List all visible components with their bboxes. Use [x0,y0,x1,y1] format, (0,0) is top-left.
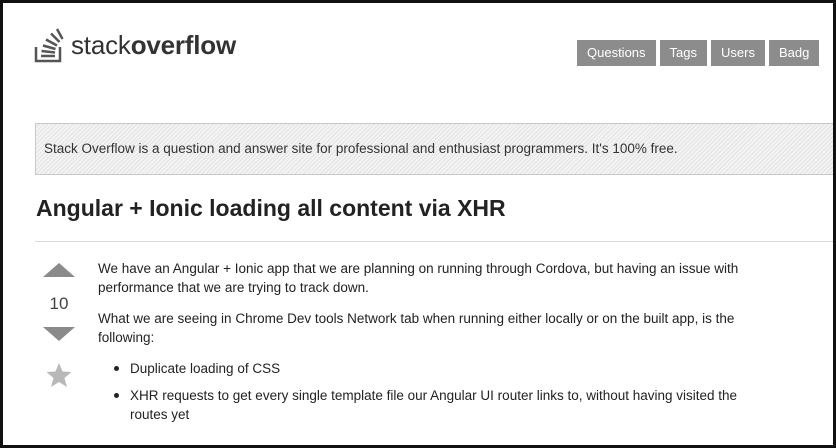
question-bullet-list: Duplicate loading of CSS XHR requests to… [98,359,778,424]
title-divider [35,241,833,242]
site-logo[interactable]: stackoverflow [33,21,236,69]
welcome-banner: Stack Overflow is a question and answer … [35,123,833,175]
logo-text-regular: stack [71,29,131,60]
nav-tags[interactable]: Tags [659,40,708,66]
list-item: XHR requests to get every single templat… [114,386,778,424]
top-nav: Questions Tags Users Badg [577,40,820,66]
list-item: Duplicate loading of CSS [114,359,778,378]
downvote-arrow-icon[interactable] [43,327,75,341]
nav-users[interactable]: Users [711,40,765,66]
upvote-arrow-icon[interactable] [43,263,75,277]
question-body: We have an Angular + Ionic app that we a… [98,259,778,432]
question-paragraph: We have an Angular + Ionic app that we a… [98,261,739,295]
nav-badges[interactable]: Badg [768,40,820,66]
nav-questions[interactable]: Questions [577,40,656,66]
stack-overflow-logo-icon [34,28,64,63]
logo-text-bold: overflow [130,29,237,60]
question-title[interactable]: Angular + Ionic loading all content via … [36,195,506,222]
screenshot-frame: stackoverflow Questions Tags Users Badg … [0,0,836,448]
star-icon[interactable] [45,361,73,389]
question-paragraph: What we are seeing in Chrome Dev tools N… [98,311,735,345]
logo-text: stackoverflow [71,30,236,61]
vote-count: 10 [49,294,69,313]
